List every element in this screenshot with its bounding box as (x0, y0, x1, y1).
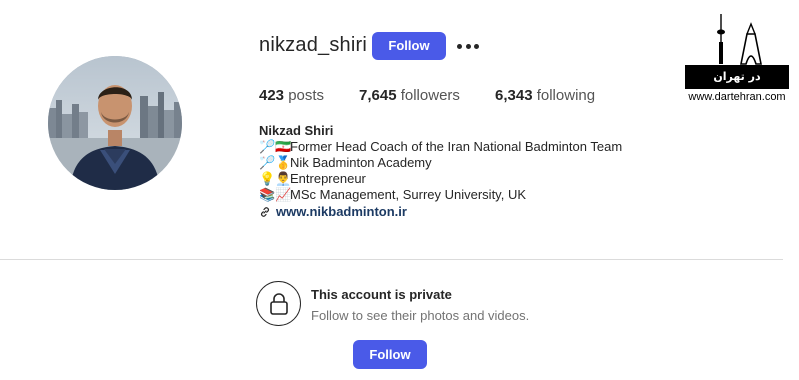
profile-avatar[interactable] (48, 56, 182, 190)
bio-line: 📚📈 MSc Management, Surrey University, UK (259, 186, 526, 203)
follow-button[interactable]: Follow (372, 32, 446, 60)
follow-button-private[interactable]: Follow (353, 340, 427, 369)
following-count-value: 6,343 (495, 87, 533, 104)
bio-emoji: 🏸🥇 (259, 154, 292, 170)
bio-emoji: 🏸🇮🇷 (259, 138, 292, 154)
profile-username: nikzad_shiri (259, 34, 368, 56)
bio-text: MSc Management, Surrey University, UK (290, 187, 526, 202)
tehran-skyline-icon (717, 14, 762, 65)
posts-count-label: posts (288, 87, 325, 104)
avatar-photo (48, 56, 182, 190)
lock-icon (269, 292, 288, 315)
private-account-subtitle: Follow to see their photos and videos. (311, 308, 530, 323)
watermark-logo: در تهران www.dartehran.com (685, 12, 789, 108)
following-count-label: following (536, 87, 596, 104)
following-count[interactable]: 6,343 following (495, 87, 595, 104)
private-lock-badge (256, 281, 301, 326)
profile-full-name: Nikzad Shiri (259, 123, 334, 138)
followers-count-value: 7,645 (359, 87, 397, 104)
bio-line: 🏸🇮🇷 Former Head Coach of the Iran Nation… (259, 138, 623, 155)
bio-line: 💡👨‍💼 Entrepreneur (259, 170, 366, 187)
posts-count: 423 posts (259, 87, 324, 104)
bio-text: Former Head Coach of the Iran National B… (290, 139, 623, 154)
profile-website-text: www.nikbadminton.ir (276, 204, 407, 219)
more-options-button[interactable] (457, 35, 479, 57)
bio-emoji: 📚📈 (259, 186, 292, 202)
bio-text: Nik Badminton Academy (290, 155, 432, 170)
bio-emoji: 💡👨‍💼 (259, 170, 292, 186)
followers-count[interactable]: 7,645 followers (359, 87, 460, 104)
private-account-title: This account is private (311, 287, 452, 302)
bio-line: 🏸🥇 Nik Badminton Academy (259, 154, 432, 171)
section-divider (0, 259, 783, 260)
bio-text: Entrepreneur (290, 171, 366, 186)
profile-website-link[interactable]: www.nikbadminton.ir (259, 204, 407, 219)
link-icon (261, 206, 269, 217)
followers-count-label: followers (400, 87, 460, 104)
more-horizontal-icon (457, 43, 462, 49)
watermark-brand: در تهران (685, 65, 789, 89)
watermark-url: www.dartehran.com (688, 91, 786, 103)
posts-count-value: 423 (259, 87, 285, 104)
